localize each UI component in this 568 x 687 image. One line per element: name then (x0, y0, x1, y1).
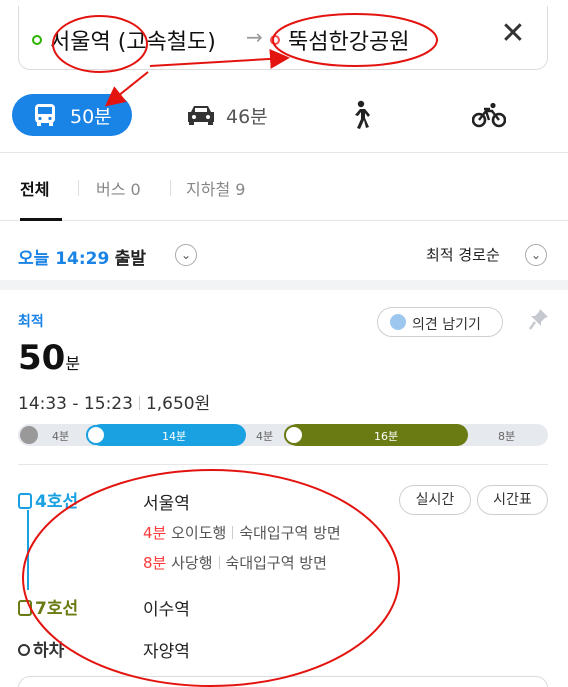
transit-mode-button[interactable]: 50분 (12, 94, 132, 136)
tab-bus[interactable]: 버스 0 (96, 176, 141, 200)
next-route-card[interactable] (18, 676, 548, 687)
arrival-minutes: 8분 (143, 554, 167, 572)
route-duration: 50분 (18, 338, 80, 378)
timeline-walk-3: 8분 (498, 430, 516, 443)
line-name: 7호선 (35, 599, 79, 619)
active-tab-indicator (20, 218, 62, 221)
realtime-button[interactable]: 실시간 (399, 485, 471, 515)
route-line-connector (27, 510, 29, 590)
subway-icon (284, 425, 304, 445)
tab-all[interactable]: 전체 (20, 176, 49, 200)
duration-unit: 분 (65, 354, 81, 373)
section-separator (0, 280, 568, 290)
timeline-walk-2: 4분 (256, 430, 274, 443)
pin-icon[interactable] (528, 307, 550, 331)
arrival-info: 4분 오이도행 숙대입구역 방면 (143, 522, 341, 543)
alight-label: 하차 (33, 641, 65, 661)
route-timeline: 4분 14분 4분 16분 8분 (18, 424, 548, 446)
route-summary: 14:33 - 15:23 1,650원 (18, 389, 210, 414)
divider (0, 220, 568, 221)
walk-icon[interactable] (350, 100, 372, 130)
destination-text[interactable]: 뚝섬한강공원 (288, 24, 409, 56)
bus-icon (35, 104, 55, 126)
tab-subway[interactable]: 지하철 9 (186, 176, 245, 200)
arrival-direction: 숙대입구역 방면 (239, 524, 341, 542)
route-arrow-icon: → (246, 25, 263, 49)
best-route-badge: 최적 (18, 314, 44, 330)
transit-time: 50분 (70, 106, 112, 128)
arrival-destination: 오이도행 (171, 524, 227, 542)
alight-dot-icon (18, 644, 30, 656)
smile-icon (390, 314, 406, 330)
feedback-label: 의견 남기기 (412, 317, 481, 333)
arrival-direction: 숙대입구역 방면 (225, 554, 327, 572)
annotation-ellipse-steps (22, 469, 400, 687)
chevron-down-icon[interactable]: ⌄ (525, 244, 547, 266)
close-icon[interactable]: ✕ (498, 19, 528, 50)
departure-label: 출발 (114, 249, 146, 269)
arrival-info: 8분 사당행 숙대입구역 방면 (143, 552, 327, 573)
line-name: 4호선 (35, 492, 79, 512)
car-time: 46분 (226, 106, 268, 128)
arrival-separator (218, 556, 220, 569)
departure-time: 오늘 14:29 (18, 249, 110, 269)
bicycle-icon[interactable] (472, 102, 506, 128)
duration-value: 50 (18, 338, 66, 378)
timeline-line4-time: 14분 (162, 430, 187, 443)
car-icon (188, 106, 214, 125)
divider (18, 464, 548, 465)
subway-icon (18, 493, 32, 509)
step-line4-label: 4호선 (18, 487, 78, 512)
destination-dot-icon (270, 35, 280, 45)
subway-icon (18, 600, 32, 616)
tab-separator (170, 180, 171, 196)
sort-order-label[interactable]: 최적 경로순 (426, 244, 500, 265)
tab-separator (78, 180, 79, 196)
transport-mode-row: 50분 46분 (0, 94, 568, 138)
chevron-down-icon[interactable]: ⌄ (175, 244, 197, 266)
arrival-separator (232, 526, 234, 539)
alight-station[interactable]: 자양역 (143, 637, 190, 662)
timeline-line7-time: 16분 (374, 430, 399, 443)
departure-time-selector[interactable]: 오늘 14:29 출발 (18, 244, 146, 269)
time-range: 14:33 - 15:23 (18, 394, 133, 414)
timetable-button[interactable]: 시간표 (477, 485, 548, 515)
boarding-station[interactable]: 서울역 (143, 489, 190, 514)
origin-text[interactable]: 서울역 (고속철도) (50, 24, 216, 56)
feedback-button[interactable]: 의견 남기기 (377, 307, 503, 337)
step-line7-label: 7호선 (18, 594, 78, 619)
origin-dot-icon (32, 35, 42, 45)
step-alight-label: 하차 (18, 636, 64, 661)
divider (0, 152, 568, 153)
summary-separator (138, 396, 140, 410)
arrival-minutes: 4분 (143, 524, 167, 542)
arrival-destination: 사당행 (171, 554, 213, 572)
timeline-walk-1: 4분 (52, 430, 70, 443)
walk-icon (20, 426, 38, 444)
transfer-station[interactable]: 이수역 (143, 595, 190, 620)
subway-icon (86, 425, 106, 445)
fare: 1,650원 (145, 394, 211, 414)
